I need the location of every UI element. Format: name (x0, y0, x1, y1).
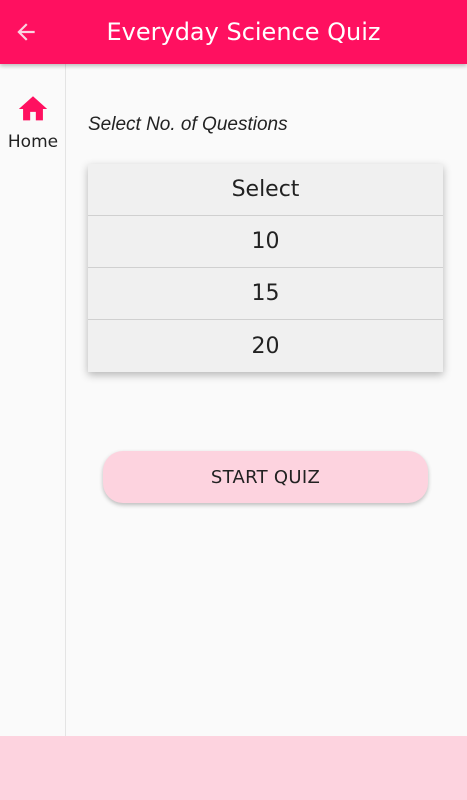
bottom-bar (0, 736, 467, 800)
arrow-left-icon (17, 23, 35, 41)
home-icon (16, 92, 50, 126)
main-content: Select No. of Questions Select 10 15 20 … (67, 64, 467, 736)
question-count-options: Select 10 15 20 (88, 164, 443, 372)
nav-item-home[interactable]: Home (0, 92, 66, 158)
option-select[interactable]: Select (88, 164, 443, 216)
question-count-prompt: Select No. of Questions (88, 114, 288, 135)
option-10[interactable]: 10 (88, 216, 443, 268)
app-bar: Everyday Science Quiz (0, 0, 467, 64)
start-quiz-button[interactable]: START QUIZ (103, 451, 428, 503)
back-button[interactable] (10, 16, 42, 48)
option-15[interactable]: 15 (88, 268, 443, 320)
navigation-rail: Home (0, 64, 66, 736)
app-title: Everyday Science Quiz (106, 18, 381, 46)
option-20[interactable]: 20 (88, 320, 443, 372)
nav-item-label: Home (7, 132, 59, 152)
